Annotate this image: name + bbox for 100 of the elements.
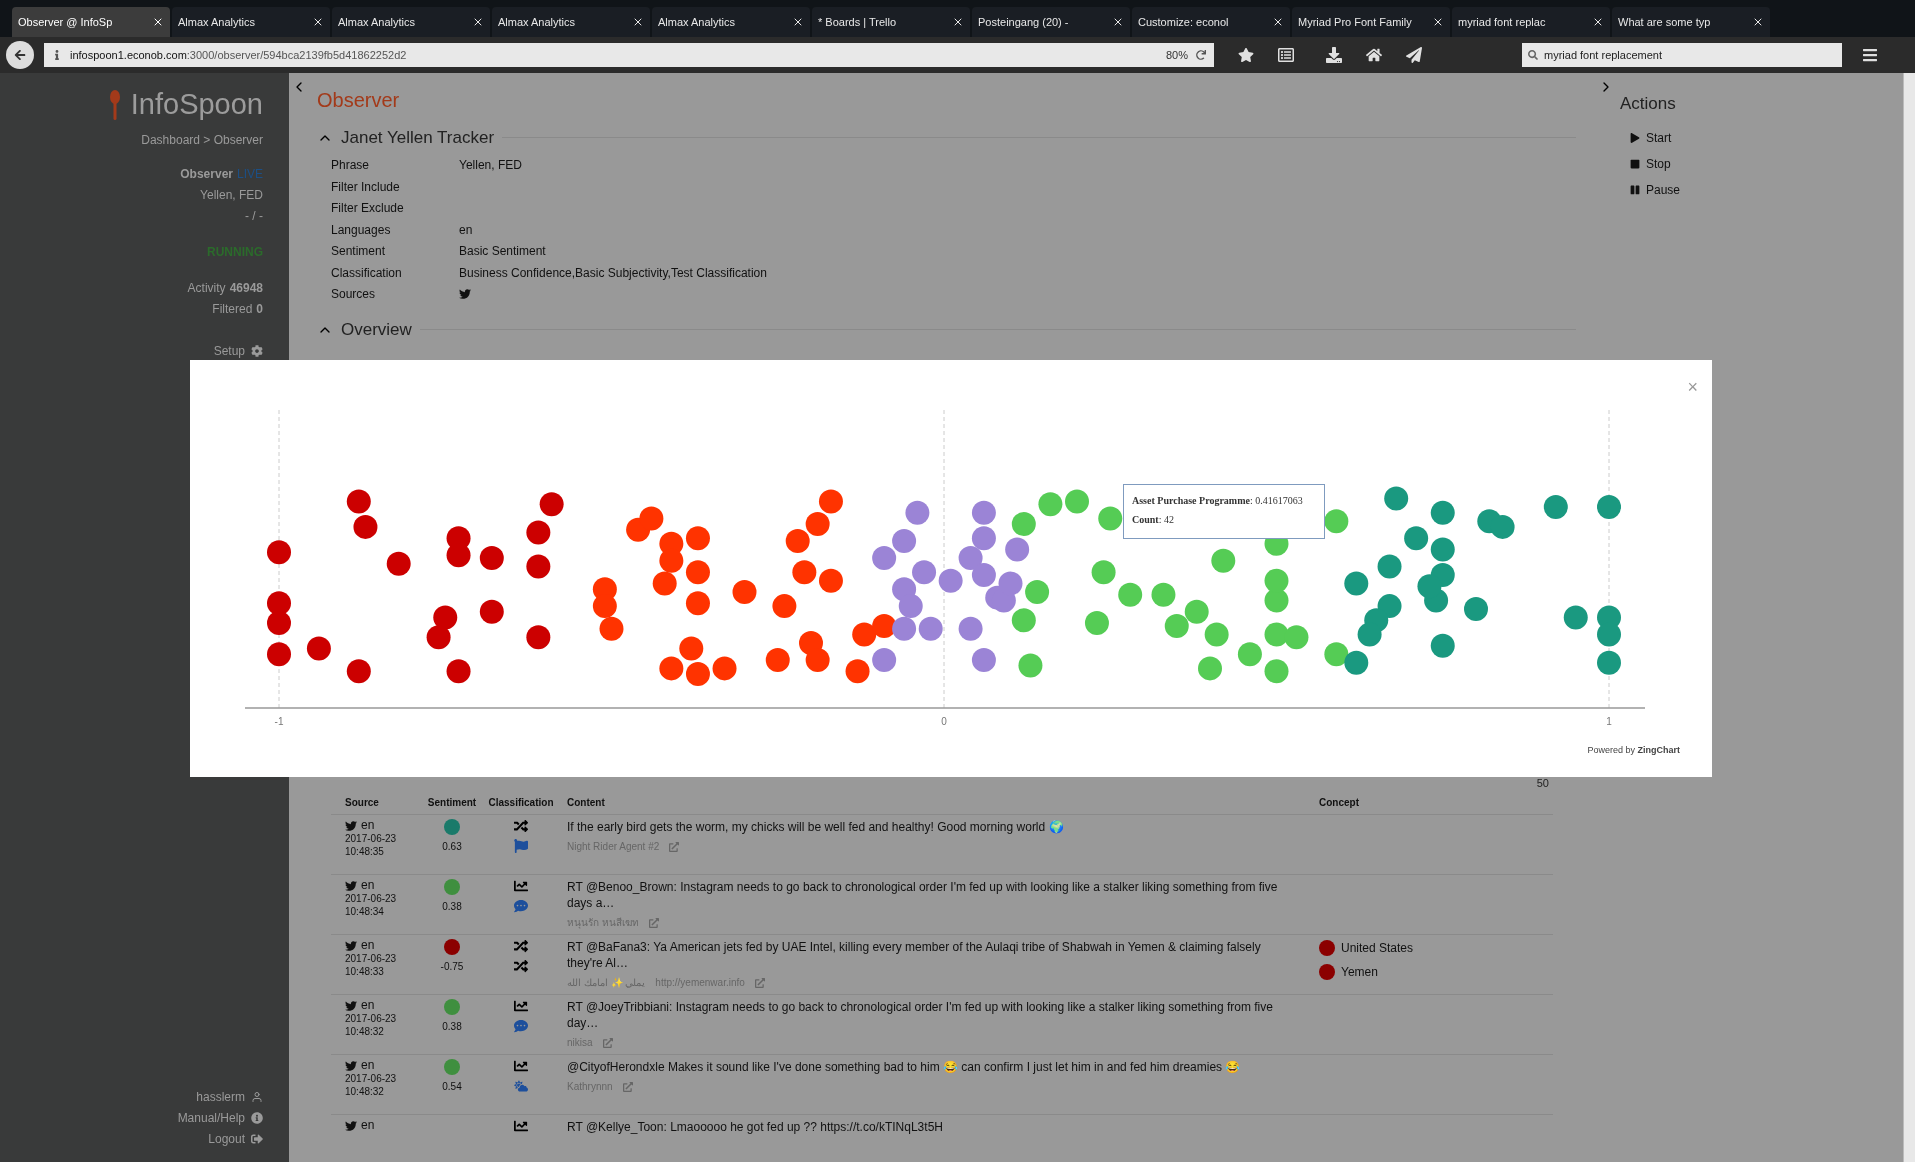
search-field[interactable]: myriad font replacement	[1522, 43, 1842, 67]
language-text: en	[361, 879, 375, 892]
stop-icon	[1630, 158, 1640, 169]
close-icon[interactable]	[152, 16, 164, 28]
language-text: en	[361, 939, 375, 952]
twitter-icon	[345, 879, 357, 892]
reload-icon[interactable]	[1196, 50, 1206, 60]
x-tick-label: 1	[1606, 716, 1612, 727]
phrase-text: Yellen, FED	[200, 186, 263, 204]
close-icon[interactable]	[1272, 16, 1284, 28]
browser-tab[interactable]: What are some typ	[1612, 7, 1770, 37]
info-icon	[52, 50, 62, 60]
language-text: en	[361, 1119, 375, 1132]
logout-icon	[251, 1133, 263, 1145]
speech-bubble-icon	[514, 1019, 528, 1033]
tab-label: myriad font replac	[1458, 14, 1547, 30]
list-icon[interactable]	[1278, 47, 1294, 63]
setup-link[interactable]: Setup	[213, 341, 245, 360]
sentiment-score: 0.38	[442, 1020, 462, 1034]
send-icon[interactable]	[1406, 47, 1422, 63]
zoom-level[interactable]: 80%	[1165, 46, 1188, 64]
section-title[interactable]: Overview	[341, 317, 412, 343]
column-header: Concept	[1318, 796, 1360, 810]
sentiment-score: 0.54	[442, 1080, 462, 1094]
shuffle-icon	[514, 819, 528, 833]
footer-link[interactable]: Logout	[208, 1130, 245, 1148]
close-icon[interactable]	[792, 16, 804, 28]
filtered-label: Filtered	[212, 300, 253, 318]
home-icon[interactable]	[1366, 47, 1382, 63]
shuffle-icon	[514, 959, 528, 973]
section-title[interactable]: Janet Yellen Tracker	[341, 125, 495, 151]
action-button[interactable]: Pause	[1630, 180, 1903, 199]
date-text: 2017-06-23	[345, 1012, 398, 1025]
footer-link[interactable]: hasslerm	[196, 1088, 245, 1106]
browser-tab[interactable]: Almax Analytics	[652, 7, 810, 37]
column-header: Sentiment	[426, 796, 478, 810]
tab-label: * Boards | Trello	[818, 14, 898, 30]
close-icon[interactable]	[1592, 16, 1604, 28]
field-label: Languages	[331, 221, 392, 239]
close-icon[interactable]	[952, 16, 964, 28]
date-text: 2017-06-23	[345, 1072, 398, 1085]
time-text: 10:48:32	[345, 1025, 385, 1038]
field-label: Classification	[331, 264, 403, 282]
sentiment-score: 0.38	[442, 900, 462, 914]
field-label: Filter Include	[331, 178, 401, 196]
browser-tab[interactable]: * Boards | Trello	[812, 7, 970, 37]
flag-icon	[514, 839, 528, 853]
settings-icon[interactable]	[251, 344, 263, 357]
footer-link[interactable]: Manual/Help	[177, 1109, 245, 1127]
field-label: Filter Exclude	[331, 200, 405, 218]
download-icon[interactable]	[1326, 47, 1342, 63]
browser-tab[interactable]: Almax Analytics	[492, 7, 650, 37]
close-icon[interactable]	[1432, 16, 1444, 28]
browser-tab[interactable]: myriad font replac	[1452, 7, 1610, 37]
field-label: Sources	[331, 286, 377, 304]
browser-tab[interactable]: Almax Analytics	[172, 7, 330, 37]
browser-tab[interactable]: Myriad Pro Font Family	[1292, 7, 1450, 37]
breadcrumb[interactable]: Dashboard > Observer	[141, 130, 263, 149]
twitter-icon	[345, 1059, 357, 1072]
chart-icon	[514, 999, 528, 1013]
close-icon[interactable]	[1112, 16, 1124, 28]
time-text: 10:48:33	[345, 965, 385, 978]
tweet-text: RT @BaFana3: Ya American jets fed by UAE Intel, killing every member of the Aulaqi tribe of Shabwah in Yemen & claiming falsely they're Al…	[567, 939, 1262, 971]
activity-count: 46948	[229, 279, 263, 297]
filtered-count: 0	[256, 300, 263, 318]
star-icon[interactable]	[1238, 47, 1254, 63]
concept-label: Yemen	[1341, 964, 1378, 981]
field-value: Basic Sentiment	[459, 243, 546, 261]
field-value: Yellen, FED	[459, 157, 522, 175]
live-status-label: LIVE	[237, 165, 263, 183]
concept-label: United States	[1341, 940, 1414, 957]
browser-tab[interactable]: Customize: econol	[1132, 7, 1290, 37]
close-icon[interactable]	[632, 16, 644, 28]
spoon-logo-icon	[108, 89, 121, 120]
chart-credit[interactable]: Powered by ZingChart	[1587, 743, 1680, 757]
tab-label: Almax Analytics	[338, 14, 417, 30]
browser-tab[interactable]: Posteingang (20) -	[972, 7, 1130, 37]
tab-label: What are some typ	[1618, 14, 1712, 30]
field-value: Business Confidence,Basic Subjectivity,Test Classification	[459, 264, 767, 282]
sentiment-score: -0.75	[440, 960, 464, 974]
close-icon[interactable]	[1752, 16, 1764, 28]
tweet-text: If the early bird gets the worm, my chicks will be well fed and healthy! Good morning world 🌍	[567, 819, 1065, 835]
column-header: Content	[566, 796, 606, 810]
chart-icon	[514, 1119, 528, 1133]
menu-icon[interactable]	[1862, 47, 1878, 63]
action-button[interactable]: Start	[1630, 128, 1903, 147]
result-count: 50	[1536, 775, 1549, 791]
search-text: myriad font replacement	[1544, 47, 1662, 63]
browser-tab[interactable]: Almax Analytics	[332, 7, 490, 37]
tab-label: Customize: econol	[1138, 14, 1230, 30]
url-field[interactable]: infospoon1.econob.com:3000/observer/594bca2139fb5d41862252d2 80%	[44, 43, 1214, 67]
page-title: Observer	[317, 88, 401, 113]
close-icon[interactable]	[472, 16, 484, 28]
browser-tab[interactable]: Observer @ InfoSp	[12, 7, 170, 37]
close-icon[interactable]	[312, 16, 324, 28]
scrollbar[interactable]	[1903, 73, 1915, 1162]
tooltip-text: Count: 42	[1132, 513, 1175, 527]
back-button[interactable]	[6, 41, 34, 69]
action-button[interactable]: Stop	[1630, 154, 1903, 173]
tab-label: Myriad Pro Font Family	[1298, 14, 1413, 30]
